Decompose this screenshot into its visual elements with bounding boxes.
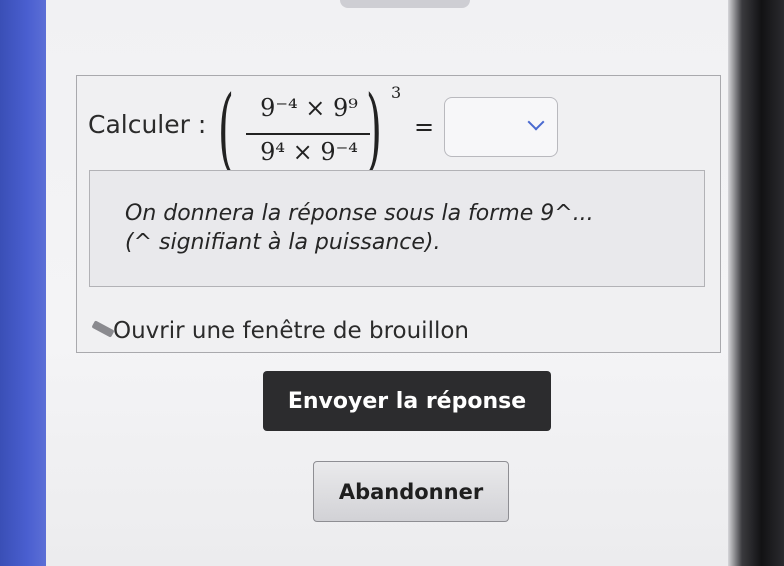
left-blue-panel (0, 0, 46, 566)
hint-line-2: (^ signifiant à la puissance). (125, 230, 441, 255)
submit-answer-button[interactable]: Envoyer la réponse (263, 371, 551, 431)
open-draft-link[interactable]: Ouvrir une fenêtre de brouillon (113, 318, 469, 344)
fraction-numerator: 9⁻⁴ × 9⁹ (260, 94, 358, 122)
fraction-bar (246, 133, 370, 135)
answer-dropdown[interactable] (444, 97, 558, 157)
hint-panel (89, 170, 705, 287)
abandon-button[interactable]: Abandonner (313, 461, 509, 522)
calc-label: Calculer : (88, 110, 207, 139)
equals-sign: = (414, 113, 435, 141)
right-parenthesis: ) (365, 76, 383, 183)
fraction-denominator: 9⁴ × 9⁻⁴ (260, 138, 358, 166)
cut-off-header (340, 0, 470, 8)
left-parenthesis: ( (217, 76, 235, 183)
outer-exponent: 3 (391, 83, 402, 102)
device-bezel (728, 0, 784, 566)
hint-line-1: On donnera la réponse sous la forme 9^..… (125, 201, 594, 226)
